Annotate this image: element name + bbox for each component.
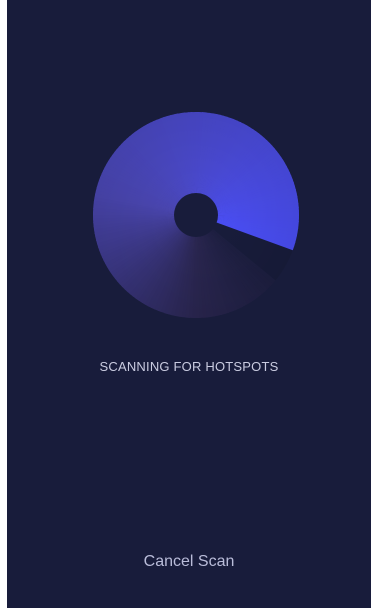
radar-sweep-icon (93, 112, 299, 318)
cancel-scan-button[interactable]: Cancel Scan (109, 545, 269, 579)
scan-status-text: SCANNING FOR HOTSPOTS (99, 359, 279, 374)
radar-svg (93, 112, 299, 318)
radar-center-hole (174, 193, 218, 237)
scan-screen: SCANNING FOR HOTSPOTS Cancel Scan (7, 0, 371, 608)
